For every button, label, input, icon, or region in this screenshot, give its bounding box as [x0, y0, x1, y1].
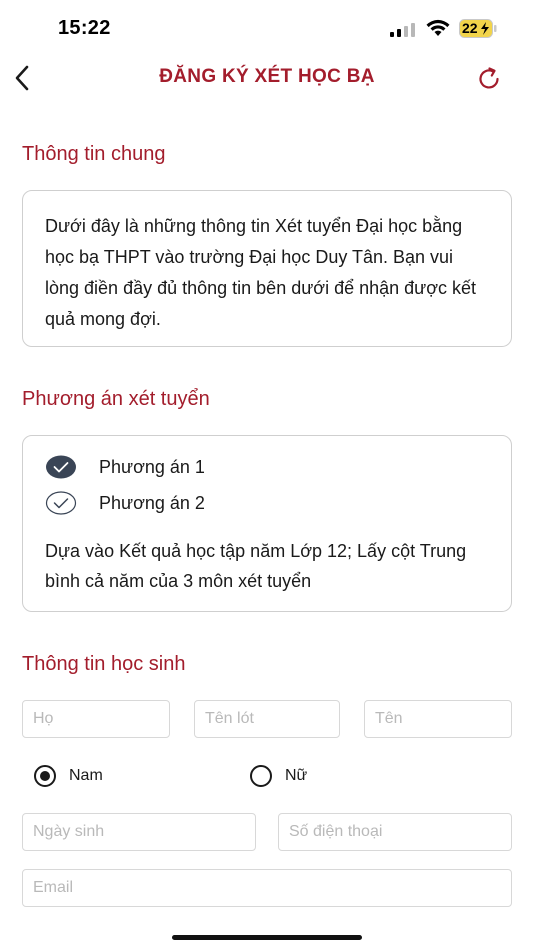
gender-male-radio[interactable]: Nam [34, 762, 103, 790]
refresh-button[interactable] [474, 64, 504, 94]
option-description: Dựa vào Kết quả học tập năm Lớp 12; Lấy … [45, 541, 467, 591]
status-time: 15:22 [58, 17, 111, 39]
first-name-input[interactable] [364, 700, 512, 738]
battery-level: 22 [462, 20, 478, 36]
phone-input[interactable] [278, 813, 512, 851]
status-bar: 15:22 22 [0, 0, 534, 56]
student-info-title: Thông tin học sinh [22, 653, 186, 675]
general-info-text: Dưới đây là những thông tin Xét tuyển Đạ… [45, 216, 477, 329]
general-info-title: Thông tin chung [22, 143, 166, 165]
middle-name-input[interactable] [194, 700, 340, 738]
gender-label: Nam [69, 767, 103, 784]
email-input[interactable] [22, 869, 512, 907]
option-2[interactable]: Phương án 2 [45, 488, 205, 518]
admission-title: Phương án xét tuyển [22, 388, 210, 410]
last-name-input[interactable] [22, 700, 170, 738]
check-filled-icon [46, 455, 76, 479]
dob-input[interactable] [22, 813, 256, 851]
home-indicator [172, 935, 362, 940]
admission-card: Phương án 1 Phương án 2 Dựa vào Kết quả … [22, 435, 512, 612]
check-outline-icon [45, 491, 77, 515]
radio-unselected-icon [250, 765, 272, 787]
page-title: ĐĂNG KÝ XÉT HỌC BẠ [159, 66, 375, 87]
gender-label: Nữ [285, 767, 308, 784]
option-1[interactable]: Phương án 1 [45, 452, 205, 482]
radio-selected-icon [34, 765, 56, 787]
general-info-card: Dưới đây là những thông tin Xét tuyển Đạ… [22, 190, 512, 347]
cellular-signal-icon [390, 23, 415, 37]
gender-female-radio[interactable]: Nữ [250, 762, 307, 790]
nav-bar: ĐĂNG KÝ XÉT HỌC BẠ [0, 56, 534, 100]
option-label: Phương án 2 [99, 492, 205, 513]
wifi-icon [426, 19, 450, 36]
option-label: Phương án 1 [99, 456, 205, 477]
refresh-icon [479, 67, 499, 89]
